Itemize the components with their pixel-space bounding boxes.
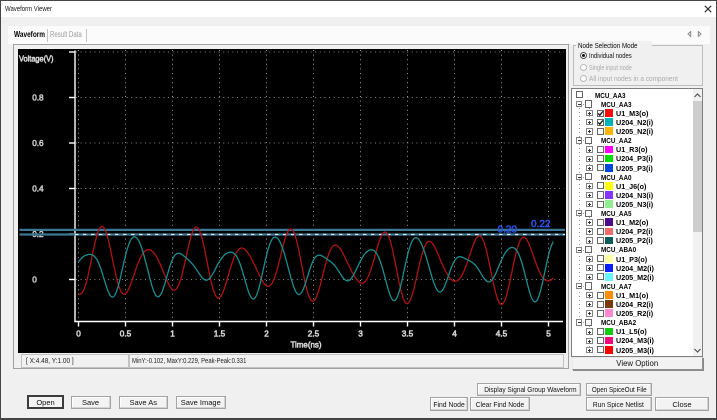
svg-text:0.20: 0.20 bbox=[497, 224, 517, 236]
svg-text:2.5: 2.5 bbox=[307, 330, 319, 339]
svg-text:Time(ns): Time(ns) bbox=[290, 341, 321, 350]
svg-text:5: 5 bbox=[546, 330, 551, 339]
svg-text:0.8: 0.8 bbox=[32, 93, 44, 102]
svg-text:0.4: 0.4 bbox=[32, 184, 44, 193]
svg-text:0: 0 bbox=[32, 275, 37, 284]
svg-text:1: 1 bbox=[170, 330, 175, 339]
svg-text:0.22: 0.22 bbox=[531, 218, 551, 230]
svg-text:0.6: 0.6 bbox=[32, 139, 44, 148]
svg-text:4: 4 bbox=[452, 330, 457, 339]
svg-text:Voltage(V): Voltage(V) bbox=[19, 54, 54, 64]
svg-text:3.5: 3.5 bbox=[401, 330, 413, 339]
svg-text:1.5: 1.5 bbox=[213, 330, 225, 339]
svg-text:3: 3 bbox=[358, 330, 363, 339]
svg-text:2: 2 bbox=[264, 330, 269, 339]
svg-text:0.5: 0.5 bbox=[119, 330, 131, 339]
svg-text:0: 0 bbox=[76, 330, 81, 339]
svg-text:4.5: 4.5 bbox=[495, 330, 507, 339]
